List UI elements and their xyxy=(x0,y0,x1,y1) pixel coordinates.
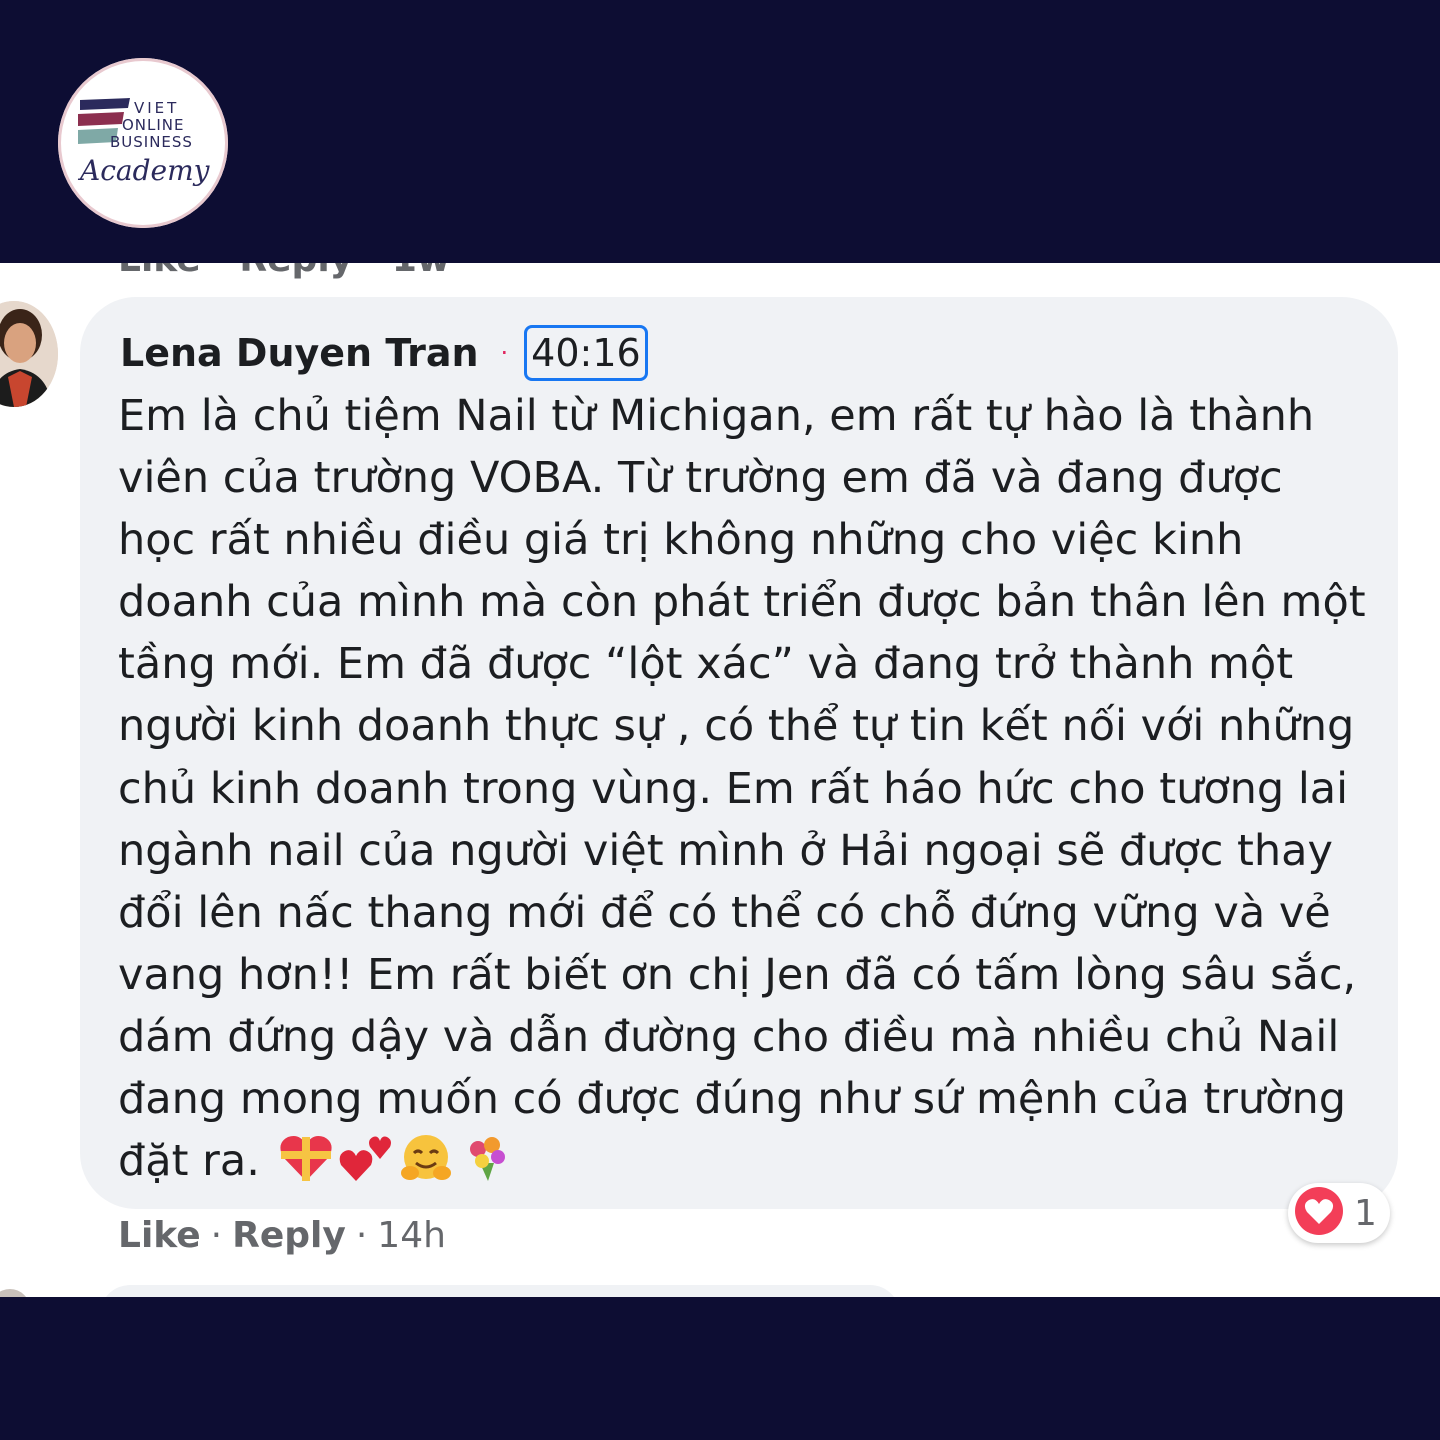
action-separator: · xyxy=(210,1215,223,1256)
comment-age[interactable]: 14h xyxy=(377,1215,446,1256)
avatar[interactable] xyxy=(0,301,58,407)
reaction-summary[interactable]: 1 xyxy=(1288,1183,1390,1243)
comment-actions: Like · Reply · 14h xyxy=(118,1215,446,1256)
facebook-comment-screenshot: Like · Reply · 1w Lena Duyen Tran · 40:1… xyxy=(0,263,1440,1297)
comment-header: Lena Duyen Tran · 40:16 xyxy=(120,323,648,383)
reply-button[interactable]: Reply xyxy=(232,1215,346,1256)
video-timestamp[interactable]: 40:16 xyxy=(524,325,648,381)
next-comment-bubble xyxy=(100,1285,900,1297)
viet-online-business-academy-logo: VIET ONLINE BUSINESS Academy xyxy=(58,58,228,228)
heart-with-ribbon-icon xyxy=(278,1133,334,1200)
smiling-face-open-hands-icon xyxy=(398,1133,454,1200)
like-button[interactable]: Like xyxy=(118,1215,201,1256)
action-separator: · xyxy=(355,1215,368,1256)
logo-line2: ONLINE xyxy=(122,116,185,134)
reaction-count: 1 xyxy=(1354,1192,1377,1234)
comment-body: Em là chủ tiệm Nail từ Michigan, em rất … xyxy=(118,385,1368,1200)
separator-dot: · xyxy=(500,339,509,367)
love-reaction-icon xyxy=(1294,1186,1344,1240)
bouquet-icon xyxy=(458,1133,514,1200)
logo-line1: VIET xyxy=(134,99,179,117)
two-hearts-icon xyxy=(338,1133,394,1200)
next-comment-avatar[interactable] xyxy=(0,1289,30,1297)
logo-script: Academy xyxy=(77,154,211,187)
previous-comment-actions: Like · Reply · 1w xyxy=(118,263,450,280)
comment-bubble: Lena Duyen Tran · 40:16 Em là chủ tiệm N… xyxy=(80,297,1398,1209)
comment-text: Em là chủ tiệm Nail từ Michigan, em rất … xyxy=(118,391,1366,1187)
logo-line3: BUSINESS xyxy=(110,133,193,151)
author-name[interactable]: Lena Duyen Tran xyxy=(120,331,479,375)
bottom-banner xyxy=(0,1297,1440,1440)
